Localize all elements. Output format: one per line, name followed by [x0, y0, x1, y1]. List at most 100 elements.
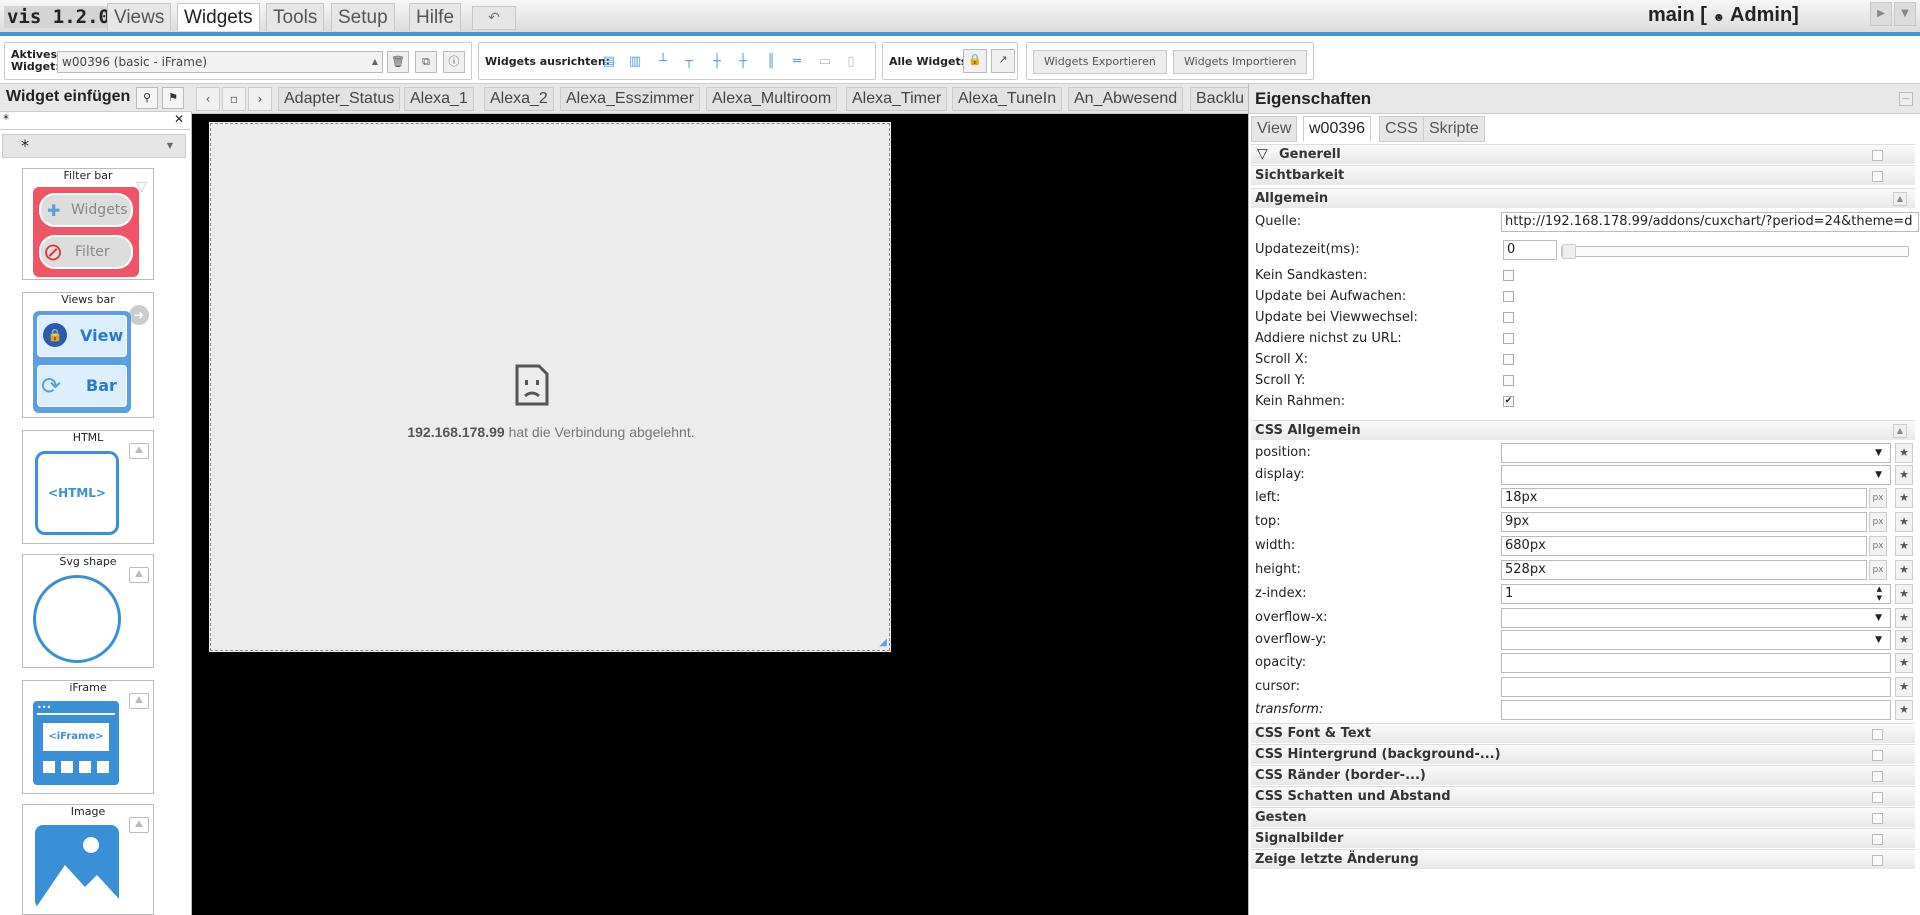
star-icon[interactable]: ★ [1895, 465, 1913, 485]
quelle-input[interactable]: http://192.168.178.99/addons/cuxchart/?p… [1501, 212, 1919, 232]
star-icon[interactable]: ★ [1895, 560, 1913, 580]
checkbox[interactable] [1503, 291, 1514, 302]
star-icon[interactable]: ★ [1895, 630, 1913, 650]
view-tab-an-abwesend[interactable]: An_Abwesend [1068, 87, 1184, 111]
unit-px-button[interactable]: px [1869, 512, 1887, 532]
css-input[interactable]: ▼ [1501, 630, 1891, 650]
chevron-left-icon[interactable]: ‹ [196, 87, 220, 111]
import-widgets-button[interactable]: Widgets Importieren [1173, 50, 1308, 74]
star-icon[interactable]: ★ [1895, 608, 1913, 628]
view-canvas[interactable]: 192.168.178.99 hat die Verbindung abgele… [192, 114, 1248, 915]
tab-css[interactable]: CSS [1379, 116, 1424, 142]
css-input[interactable] [1501, 677, 1891, 697]
css-input[interactable]: 18px [1501, 488, 1867, 508]
tab-view[interactable]: View [1251, 116, 1298, 142]
section-css-allgemein[interactable]: CSS Allgemein ▲ [1251, 420, 1915, 440]
view-tab-adapter-status[interactable]: Adapter_Status [278, 87, 401, 111]
section-css-shadow[interactable]: CSS Schatten und Abstand [1251, 786, 1915, 806]
css-input[interactable]: ▼ [1501, 608, 1891, 628]
minimize-icon[interactable]: — [1899, 92, 1913, 106]
info-icon[interactable]: ⓘ [443, 51, 465, 73]
star-icon[interactable]: ★ [1895, 653, 1913, 673]
dropdown-icon[interactable]: ▼ [1894, 2, 1916, 26]
section-checkbox[interactable] [1872, 771, 1883, 782]
align-hcenter-icon[interactable]: ┼ [735, 53, 751, 71]
section-checkbox[interactable] [1872, 729, 1883, 740]
export-widgets-button[interactable]: Widgets Exportieren [1033, 50, 1167, 74]
widget-card-svg-shape[interactable]: Svg shape ⛰ [22, 554, 154, 668]
collapse-icon[interactable]: ▲ [1893, 424, 1907, 438]
resize-handle-icon[interactable]: ◢ [879, 637, 887, 648]
section-allgemein[interactable]: Allgemein ▲ [1251, 188, 1915, 208]
section-checkbox[interactable] [1872, 150, 1883, 161]
widget-card-iframe[interactable]: iFrame ⛰ ••• <iFrame> [22, 680, 154, 794]
section-checkbox[interactable] [1872, 813, 1883, 824]
view-tab-alexa-esszimmer[interactable]: Alexa_Esszimmer [560, 87, 701, 111]
checked-checkbox[interactable]: ✔ [1503, 396, 1514, 407]
widget-card-html[interactable]: HTML ⛰ <HTML> [22, 430, 154, 544]
css-input[interactable] [1501, 653, 1891, 673]
updatezeit-input[interactable]: 0 [1503, 240, 1557, 260]
same-width-icon[interactable]: ▭ [817, 53, 833, 71]
css-input[interactable] [1501, 700, 1891, 720]
section-css-border[interactable]: CSS Ränder (border-...) [1251, 765, 1915, 785]
active-widget-select[interactable]: w00396 (basic - iFrame) ▲ [57, 51, 383, 73]
star-icon[interactable]: ★ [1895, 677, 1913, 697]
copy-icon[interactable]: ⧉ [415, 51, 437, 73]
section-checkbox[interactable] [1872, 855, 1883, 866]
iframe-widget[interactable]: 192.168.178.99 hat die Verbindung abgele… [209, 122, 891, 652]
star-icon[interactable]: ★ [1895, 536, 1913, 556]
menu-setup[interactable]: Setup [331, 3, 395, 31]
widget-card-image[interactable]: Image ⛰ [22, 804, 154, 915]
unit-px-button[interactable]: px [1869, 560, 1887, 580]
star-icon[interactable]: ★ [1895, 584, 1913, 604]
star-icon[interactable]: ★ [1895, 512, 1913, 532]
checkbox[interactable] [1503, 333, 1514, 344]
view-tab-backlu[interactable]: Backlu [1190, 87, 1248, 111]
star-icon[interactable]: ★ [1895, 488, 1913, 508]
clear-icon[interactable]: ✕ [174, 112, 184, 126]
section-checkbox[interactable] [1872, 834, 1883, 845]
unit-px-button[interactable]: px [1869, 488, 1887, 508]
view-tab-alexa-1[interactable]: Alexa_1 [404, 87, 474, 111]
distribute-v-icon[interactable]: ═ [789, 53, 805, 71]
align-bottom-icon[interactable]: ┬ [681, 53, 697, 71]
tab-skripte[interactable]: Skripte [1423, 116, 1485, 142]
widget-card-views-bar[interactable]: Views bar ➜ View 🔒 Bar ⟳ [22, 292, 154, 418]
css-input[interactable]: 680px [1501, 536, 1867, 556]
align-vcenter-icon[interactable]: ┼ [709, 53, 725, 71]
css-input[interactable]: 9px [1501, 512, 1867, 532]
user-name[interactable]: Admin] [1730, 4, 1799, 26]
css-input[interactable]: 1 ▲ ▼ [1501, 584, 1891, 604]
section-generell[interactable]: Generell ▽ [1251, 144, 1915, 164]
chevron-right-icon[interactable]: › [248, 87, 272, 111]
section-css-background[interactable]: CSS Hintergrund (background-...) [1251, 744, 1915, 764]
section-checkbox[interactable] [1872, 792, 1883, 803]
widget-set-select[interactable]: * ▼ [2, 134, 186, 158]
checkbox[interactable] [1503, 312, 1514, 323]
checkbox[interactable] [1503, 270, 1514, 281]
menu-views[interactable]: Views [107, 3, 172, 31]
align-left-icon[interactable]: ▤ [601, 53, 617, 71]
spinner-icon[interactable]: ▲ ▼ [1877, 585, 1882, 603]
checkbox[interactable] [1503, 375, 1514, 386]
checkbox[interactable] [1503, 354, 1514, 365]
slider-handle[interactable] [1562, 244, 1576, 259]
view-tab-alexa-tunein[interactable]: Alexa_TuneIn [952, 87, 1063, 111]
section-last-change[interactable]: Zeige letzte Änderung [1251, 849, 1915, 869]
trash-icon[interactable]: ▫ [222, 87, 246, 111]
menu-widgets[interactable]: Widgets [177, 3, 260, 31]
section-css-font[interactable]: CSS Font & Text [1251, 723, 1915, 743]
tag-icon[interactable]: ⚑ [162, 87, 184, 109]
tab-widget[interactable]: w00396 [1303, 116, 1372, 142]
updatezeit-slider[interactable] [1561, 244, 1909, 259]
collapse-icon[interactable]: ▲ [1893, 192, 1907, 206]
distribute-h-icon[interactable]: ║ [763, 53, 779, 71]
section-sichtbarkeit[interactable]: Sichtbarkeit [1251, 165, 1915, 185]
play-icon[interactable]: ▶ [1870, 2, 1892, 26]
star-icon[interactable]: ★ [1895, 443, 1913, 463]
menu-hilfe[interactable]: Hilfe [409, 3, 462, 31]
section-signalbilder[interactable]: Signalbilder [1251, 828, 1915, 848]
widget-filter-input[interactable]: * ✕ [0, 112, 190, 130]
widget-card-filter-bar[interactable]: Filter bar ▽ Widgets ✚ Filter ⊘ [22, 168, 154, 280]
